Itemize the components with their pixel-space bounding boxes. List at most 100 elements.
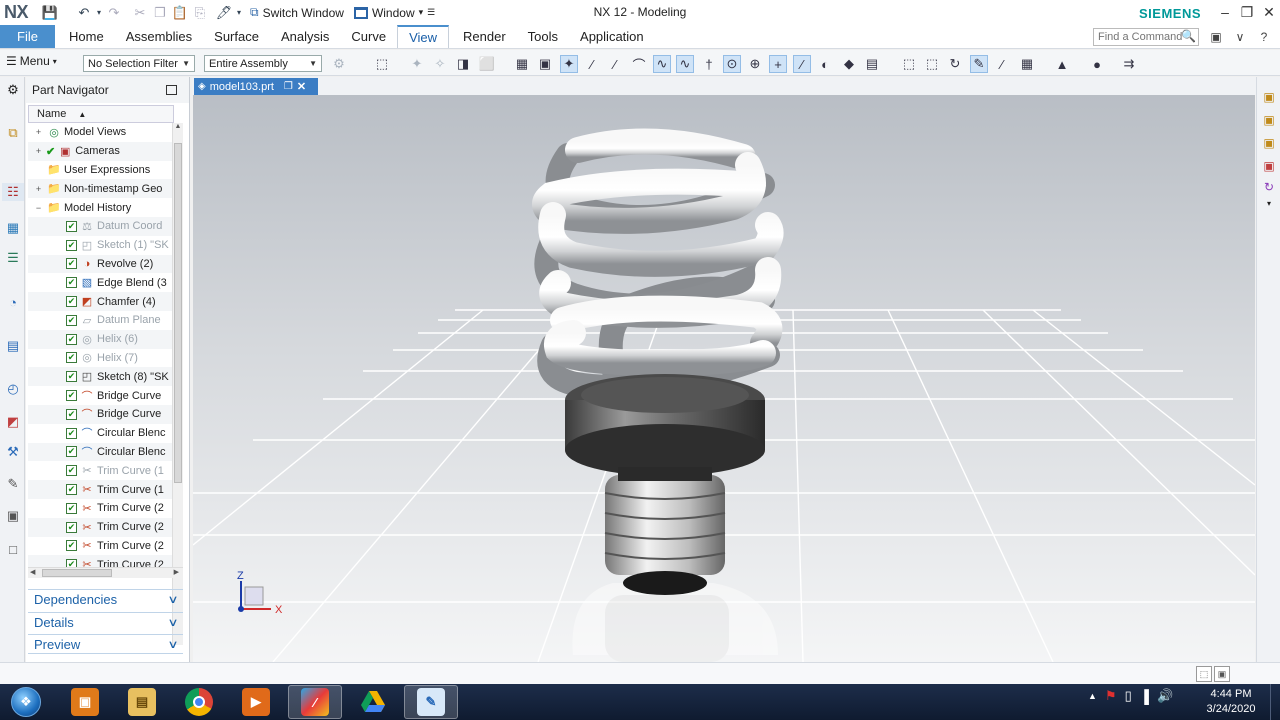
start-button[interactable]: ❖	[2, 686, 50, 718]
tree-expander-icon[interactable]: −	[34, 203, 43, 213]
snap-icon[interactable]: ✧	[431, 55, 449, 73]
mid-point-icon[interactable]: ∕	[606, 55, 624, 73]
visibility-checkbox[interactable]: ✔	[66, 540, 77, 552]
system-materials-icon[interactable]: ◩	[4, 413, 22, 431]
close-tab-icon[interactable]: ✕	[297, 80, 306, 93]
edit-object-display-icon[interactable]: ⇉	[1120, 55, 1138, 73]
tree-node[interactable]: ✔ ⌒ Bridge Curve	[28, 404, 172, 424]
select-solid-icon[interactable]: ▣	[536, 55, 554, 73]
web-browser-icon[interactable]: ◔	[4, 293, 22, 311]
scroll-thumb[interactable]	[174, 143, 182, 483]
undo-icon[interactable]: ↶	[74, 3, 94, 23]
visibility-checkbox[interactable]: ✔	[66, 296, 77, 308]
visibility-checkbox[interactable]: ✔	[66, 277, 77, 289]
tree-node[interactable]: ✔ ✂ Trim Curve (2	[28, 499, 172, 518]
preview-panel[interactable]: Preview ∨	[28, 634, 183, 654]
paste-icon[interactable]: 📋	[170, 3, 190, 23]
details-panel[interactable]: Details ∨	[28, 612, 183, 632]
hd3d-tools-icon[interactable]: ☰	[4, 249, 22, 267]
full-screen-icon[interactable]: ⬚	[1196, 666, 1212, 682]
tree-node[interactable]: ✔ ⌒ Bridge Curve	[28, 386, 172, 405]
copy-icon[interactable]: ❐	[150, 3, 170, 23]
taskbar-app-paint[interactable]: ✎	[404, 685, 458, 719]
visibility-checkbox[interactable]: ✔	[66, 239, 77, 251]
visibility-checkbox[interactable]: ✔	[66, 446, 77, 458]
tree-node[interactable]: − 📁 Model History	[28, 198, 172, 217]
taskbar-app-nx[interactable]: ∕	[288, 685, 342, 719]
tab-analysis[interactable]: Analysis	[270, 25, 340, 48]
tree-node[interactable]: ✔ ◰ Sketch (8) "SK	[28, 367, 172, 387]
assembly-navigator-icon[interactable]: ⧉	[4, 124, 22, 142]
point-on-curve-icon[interactable]: ⊙	[723, 55, 741, 73]
rotate-icon[interactable]: ↻	[946, 55, 964, 73]
collapse-ribbon-icon[interactable]: ∨	[1232, 29, 1248, 45]
tab-surface[interactable]: Surface	[203, 25, 270, 48]
redo-icon[interactable]: ↷	[104, 3, 124, 23]
color-icon[interactable]: ●	[1088, 55, 1106, 73]
visibility-checkbox[interactable]: ✔	[66, 465, 77, 477]
view-cube-icon[interactable]: ▣	[1261, 89, 1277, 105]
perspective-icon[interactable]: ∕	[993, 55, 1011, 73]
file-tab[interactable]: File	[0, 25, 55, 48]
model-view[interactable]: Z X	[193, 95, 1255, 662]
view-cube-iso-icon[interactable]: ▣	[1261, 158, 1277, 174]
tree-node[interactable]: ✔ ◰ Sketch (1) "SK	[28, 236, 172, 255]
tree-node[interactable]: + 📁 Non-timestamp Geo	[28, 179, 172, 199]
visibility-checkbox[interactable]: ✔	[66, 314, 77, 326]
bounded-grid-point-icon[interactable]: ∕	[793, 55, 811, 73]
selection-filter-dropdown[interactable]: No Selection Filter ▼	[83, 55, 195, 72]
orient-view-icon[interactable]: ▦	[1018, 55, 1036, 73]
select-component-icon[interactable]: ⚙	[330, 55, 348, 73]
network-icon[interactable]: ▐	[1140, 689, 1149, 704]
switch-window-button[interactable]: ⧉ Switch Window	[250, 5, 344, 20]
taskbar-clock[interactable]: 4:44 PM 3/24/2020	[1196, 687, 1266, 717]
undo-dropdown-icon[interactable]: ▾	[94, 3, 104, 23]
visibility-checkbox[interactable]: ✔	[66, 390, 77, 402]
touch-mode-dropdown-icon[interactable]: ▾	[234, 3, 244, 23]
visibility-checkbox[interactable]: ✔	[66, 333, 77, 345]
view-cube-top-icon[interactable]: ▣	[1261, 135, 1277, 151]
restore-button[interactable]: ❐	[1236, 3, 1258, 21]
end-point-icon[interactable]: ∕	[583, 55, 601, 73]
visibility-checkbox[interactable]: ✔	[66, 502, 77, 514]
search-icon[interactable]: 🔍	[1181, 29, 1196, 43]
tab-assemblies[interactable]: Assemblies	[115, 25, 203, 48]
tab-tools[interactable]: Tools	[517, 25, 569, 48]
tab-home[interactable]: Home	[55, 25, 115, 48]
pan-icon[interactable]: ✎	[970, 55, 988, 73]
tree-node[interactable]: ✔ ✂ Trim Curve (1	[28, 461, 172, 480]
volume-icon[interactable]: 🔊	[1157, 688, 1173, 704]
roles-icon[interactable]: ▣	[4, 507, 22, 525]
tab-render[interactable]: Render	[449, 25, 517, 48]
clock-icon[interactable]: ◴	[4, 380, 22, 398]
visibility-checkbox[interactable]: ✔	[66, 352, 77, 364]
point-on-face-icon[interactable]: ⊕	[746, 55, 764, 73]
visibility-checkbox[interactable]: ✔	[66, 408, 77, 420]
save-icon[interactable]: 💾	[40, 3, 60, 23]
rendering-style-icon[interactable]: ▲	[1053, 55, 1071, 73]
tree-node[interactable]: ✔ ◎ Helix (7)	[28, 349, 172, 368]
help-icon[interactable]: ?	[1256, 29, 1272, 45]
tree-node[interactable]: ✔ ▧ Edge Blend (3	[28, 273, 172, 292]
tree-node[interactable]: ✔ ⌒ Circular Blenc	[28, 424, 172, 443]
general-selection-icon[interactable]: ✦	[408, 55, 426, 73]
menu-button[interactable]: ☰ Menu ▾	[6, 54, 57, 68]
horizontal-scrollbar[interactable]: ◀ ▶	[28, 567, 183, 578]
battery-icon[interactable]: ▯	[1125, 688, 1132, 704]
tree-node[interactable]: ✔ ▱ Datum Plane	[28, 311, 172, 330]
tree-node[interactable]: ✔ ⚖ Datum Coord	[28, 216, 172, 236]
tree-expander-icon[interactable]: +	[34, 146, 43, 156]
select-face-icon[interactable]: ▦	[513, 55, 531, 73]
tree-node[interactable]: ✔ ✂ Trim Curve (2	[28, 517, 172, 537]
horizontal-scroll-thumb[interactable]	[42, 569, 112, 577]
reuse-library-icon[interactable]: ▦	[4, 219, 22, 237]
taskbar-app-media-player[interactable]: ▶	[229, 685, 283, 719]
rectangle-select-icon[interactable]: ⬜	[478, 55, 496, 73]
taskbar-app-google-drive[interactable]	[346, 685, 400, 719]
customize-quick-access-icon[interactable]: ☰	[427, 7, 435, 18]
tree-node[interactable]: + ✔ ▣ Cameras	[28, 141, 172, 161]
control-point-icon[interactable]: ⌒	[630, 55, 648, 73]
select-body-icon[interactable]: ◨	[454, 55, 472, 73]
visibility-checkbox[interactable]: ✔	[66, 521, 77, 533]
tree-node[interactable]: ✔ ◎ Helix (6)	[28, 329, 172, 349]
